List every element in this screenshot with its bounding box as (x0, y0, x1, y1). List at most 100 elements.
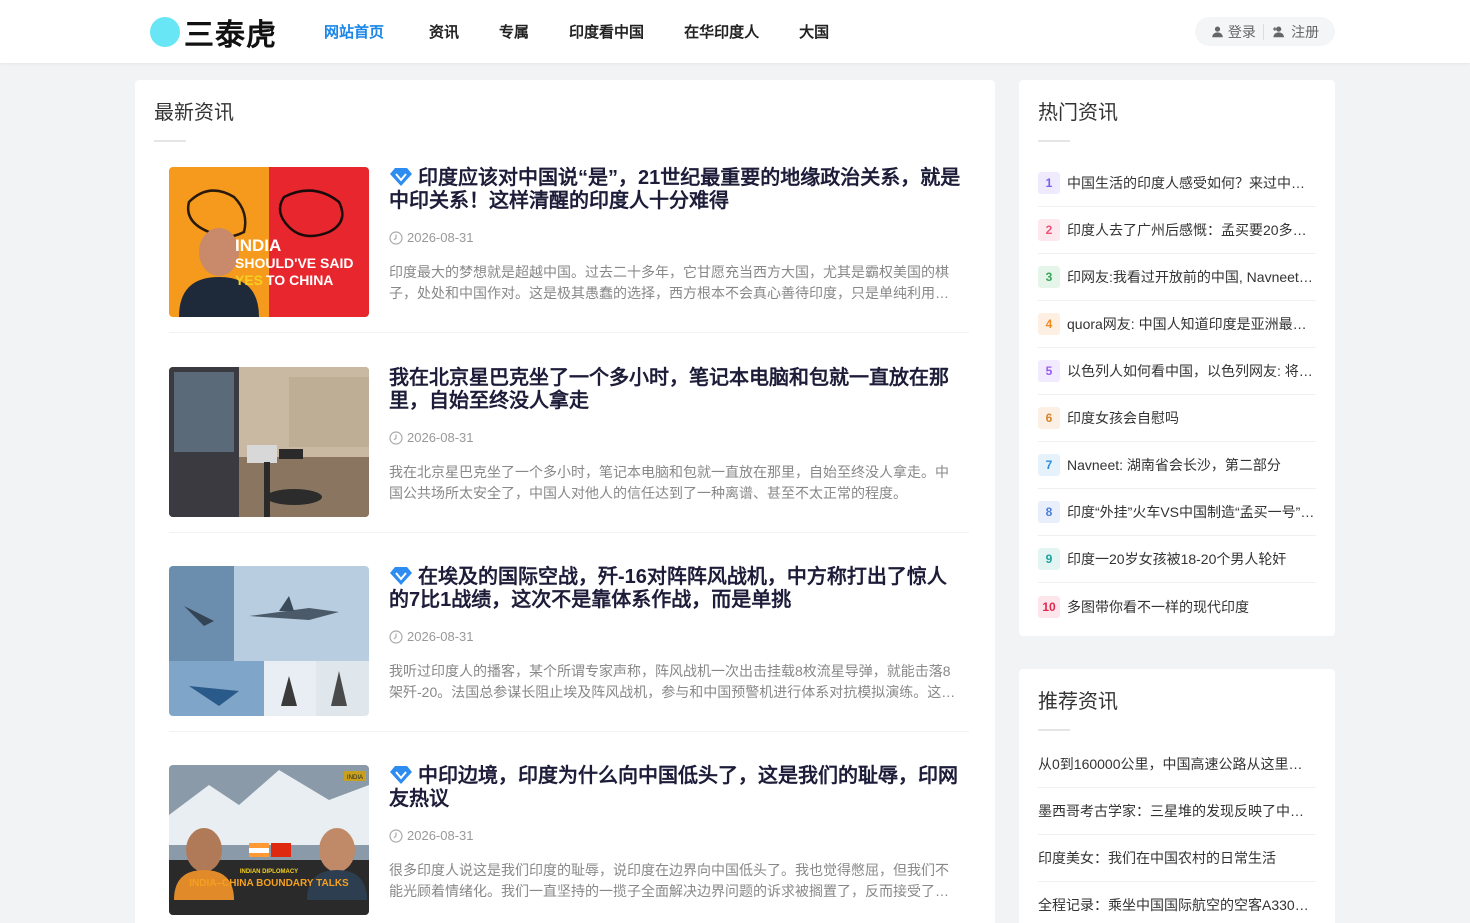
article-date-text: 2026-08-31 (407, 629, 474, 644)
diamond-vip-icon (390, 766, 412, 784)
latest-news-panel: 最新资讯 INDIA SHOULD'VE SAID YES TO CHINA 印… (135, 80, 995, 923)
hot-news-item[interactable]: 7 Navneet: 湖南省会长沙，第二部分 (1038, 442, 1316, 489)
article-date: 2026-08-31 (389, 828, 474, 843)
main-nav: 网站首页 资讯 专属 印度看中国 在华印度人 大国 (324, 0, 869, 63)
logo-text: 三泰虎 (184, 19, 277, 52)
hot-news-item[interactable]: 3 印网友:我看过开放前的中国, Navneet:中国和印度 (1038, 254, 1316, 301)
hot-news-text: Navneet: 湖南省会长沙，第二部分 (1067, 457, 1281, 473)
clock-icon (389, 828, 403, 843)
article-title-link[interactable]: 我在北京星巴克坐了一个多小时，笔记本电脑和包就一直放在那里，自始至终没人拿走 (389, 367, 961, 413)
article-item[interactable]: 在埃及的国际空战，歼-16对阵阵风战机，中方称打出了惊人的7比1战绩，这次不是靠… (169, 566, 969, 716)
hot-news-text: 中国生活的印度人感受如何？来过中国的印度人怎么说 (1067, 175, 1316, 191)
site-logo[interactable]: 三泰虎 (150, 14, 277, 52)
article-title: 在埃及的国际空战，歼-16对阵阵风战机，中方称打出了惊人的7比1战绩，这次不是靠… (389, 566, 947, 611)
rank-badge: 1 (1038, 172, 1060, 194)
nav-item-news[interactable]: 资讯 (429, 21, 459, 42)
article-thumbnail[interactable] (169, 367, 369, 517)
article-thumbnail[interactable]: INDIA SHOULD'VE SAID YES TO CHINA (169, 167, 369, 317)
title-underline (154, 140, 186, 142)
user-icon (1212, 26, 1223, 38)
rank-badge: 8 (1038, 501, 1060, 523)
article-title: 我在北京星巴克坐了一个多小时，笔记本电脑和包就一直放在那里，自始至终没人拿走 (389, 367, 949, 412)
hot-news-item[interactable]: 8 印度“外挂”火车VS中国制造“孟买一号”火车 (1038, 489, 1316, 536)
recommend-text: 印度美女：我们在中国农村的日常生活 (1038, 850, 1276, 866)
article-item[interactable]: 我在北京星巴克坐了一个多小时，笔记本电脑和包就一直放在那里，自始至终没人拿走 2… (169, 367, 969, 517)
hot-news-text: 印网友:我看过开放前的中国, Navneet:中国和印度 (1067, 269, 1316, 285)
rank-badge: 9 (1038, 548, 1060, 570)
rank-badge: 6 (1038, 407, 1060, 429)
rank-badge: 7 (1038, 454, 1060, 476)
recommend-text: 墨西哥考古学家：三星堆的发现反映了中国古代文明 (1038, 803, 1316, 819)
article-title-link[interactable]: 在埃及的国际空战，歼-16对阵阵风战机，中方称打出了惊人的7比1战绩，这次不是靠… (389, 566, 961, 612)
auth-box: 登录 注册 (1195, 17, 1335, 46)
diamond-vip-icon (390, 567, 412, 585)
article-body: 我在北京星巴克坐了一个多小时，笔记本电脑和包就一直放在那里，自始至终没人拿走 2… (389, 367, 961, 501)
article-thumbnail[interactable]: INDIA INDIAN DIPLOMACY INDIA–CHINA BOUND… (169, 765, 369, 915)
hot-news-item[interactable]: 10 多图带你看不一样的现代印度 (1038, 583, 1316, 630)
rank-badge: 3 (1038, 266, 1060, 288)
article-title: 中印边境，印度为什么向中国低头了，这是我们的耻辱，印网友热议 (389, 765, 958, 810)
clock-icon (389, 430, 403, 445)
thumb-text-diplomacy: INDIAN DIPLOMACY (240, 869, 298, 875)
hot-news-text: quora网友: 中国人知道印度是亚洲最大的民主国家吗 (1067, 316, 1316, 332)
hot-news-text: 印度女孩会自慰吗 (1067, 410, 1179, 426)
hot-news-item[interactable]: 9 印度一20岁女孩被18-20个男人轮奸 (1038, 536, 1316, 583)
article-title: 印度应该对中国说“是”，21世纪最重要的地缘政治关系，就是中印关系！这样清醒的印… (389, 167, 961, 212)
article-date: 2026-08-31 (389, 230, 474, 245)
clock-icon (389, 230, 403, 245)
article-title-link[interactable]: 印度应该对中国说“是”，21世纪最重要的地缘政治关系，就是中印关系！这样清醒的印… (389, 167, 961, 213)
hot-news-list: 1 中国生活的印度人感受如何？来过中国的印度人怎么说 2 印度人去了广州后感慨：孟买要… (1038, 160, 1316, 630)
nav-item-home[interactable]: 网站首页 (324, 21, 384, 42)
thumb-text-boundary-talks: INDIA–CHINA BOUNDARY TALKS (189, 878, 349, 889)
hot-news-text: 以色列人如何看中国，以色列网友: 将来会去中国 (1067, 363, 1316, 379)
article-divider (169, 532, 969, 533)
thumb-text-to-china: TO CHINA (266, 272, 333, 288)
recommend-text: 全程记录：乘坐中国国际航空的空客A330从北京 (1038, 897, 1316, 913)
recommend-item[interactable]: 从0到160000公里，中国高速公路从这里起步 (1038, 741, 1316, 788)
register-label: 注册 (1291, 23, 1320, 40)
hot-news-panel: 热门资讯 1 中国生活的印度人感受如何？来过中国的印度人怎么说 2 印度人去了广州后感… (1019, 80, 1335, 636)
rank-badge: 10 (1038, 595, 1060, 618)
article-item[interactable]: INDIA SHOULD'VE SAID YES TO CHINA 印度应该对中… (169, 167, 969, 317)
logo-circle-icon (150, 17, 180, 47)
latest-news-title: 最新资讯 (154, 102, 234, 124)
article-date-text: 2026-08-31 (407, 430, 474, 445)
recommend-item[interactable]: 印度美女：我们在中国农村的日常生活 (1038, 835, 1316, 882)
article-date-text: 2026-08-31 (407, 828, 474, 843)
article-body: 在埃及的国际空战，歼-16对阵阵风战机，中方称打出了惊人的7比1战绩，这次不是靠… (389, 566, 961, 700)
article-date: 2026-08-31 (389, 430, 474, 445)
hot-news-item[interactable]: 5 以色列人如何看中国，以色列网友: 将来会去中国 (1038, 348, 1316, 395)
article-excerpt: 印度最大的梦想就是超越中国。过去二十多年，它甘愿充当西方大国，尤其是霸权美国的棋… (389, 264, 949, 301)
article-body: 中印边境，印度为什么向中国低头了，这是我们的耻辱，印网友热议 2026-08-3… (389, 765, 961, 899)
article-date-text: 2026-08-31 (407, 230, 474, 245)
article-title-link[interactable]: 中印边境，印度为什么向中国低头了，这是我们的耻辱，印网友热议 (389, 765, 961, 811)
clock-icon (389, 629, 403, 644)
article-thumbnail[interactable] (169, 566, 369, 716)
recommend-list: 从0到160000公里，中国高速公路从这里起步墨西哥考古学家：三星堆的发现反映了… (1038, 741, 1316, 923)
nav-item-great-power[interactable]: 大国 (799, 21, 829, 42)
article-date: 2026-08-31 (389, 629, 474, 644)
thumb-text-shouldve: SHOULD'VE SAID (235, 255, 353, 271)
article-item[interactable]: INDIA INDIAN DIPLOMACY INDIA–CHINA BOUND… (169, 765, 969, 915)
hot-news-item[interactable]: 2 印度人去了广州后感慨：孟买要20多年才能赶上 (1038, 207, 1316, 254)
register-button[interactable]: 注册 (1272, 22, 1319, 42)
login-label: 登录 (1227, 23, 1256, 40)
login-button[interactable]: 登录 (1211, 22, 1256, 42)
article-excerpt: 我在北京星巴克坐了一个多小时，笔记本电脑和包就一直放在那里，自始至终没人拿走。中… (389, 464, 949, 501)
nav-item-indians-in-china[interactable]: 在华印度人 (684, 21, 759, 42)
hot-news-item[interactable]: 1 中国生活的印度人感受如何？来过中国的印度人怎么说 (1038, 160, 1316, 207)
hot-news-item[interactable]: 6 印度女孩会自慰吗 (1038, 395, 1316, 442)
hot-news-text: 印度人去了广州后感慨：孟买要20多年才能赶上 (1067, 222, 1316, 238)
hot-news-text: 多图带你看不一样的现代印度 (1067, 598, 1249, 615)
recommend-title: 推荐资讯 (1038, 691, 1118, 713)
title-underline (1038, 140, 1070, 142)
recommend-item[interactable]: 墨西哥考古学家：三星堆的发现反映了中国古代文明 (1038, 788, 1316, 835)
hot-news-title: 热门资讯 (1038, 102, 1118, 124)
nav-item-india-view-china[interactable]: 印度看中国 (569, 21, 644, 42)
article-body: 印度应该对中国说“是”，21世纪最重要的地缘政治关系，就是中印关系！这样清醒的印… (389, 167, 961, 301)
recommend-item[interactable]: 全程记录：乘坐中国国际航空的空客A330从北京 (1038, 882, 1316, 923)
hot-news-item[interactable]: 4 quora网友: 中国人知道印度是亚洲最大的民主国家吗 (1038, 301, 1316, 348)
rank-badge: 5 (1038, 360, 1060, 382)
user-add-icon (1273, 26, 1285, 38)
nav-item-exclusive[interactable]: 专属 (499, 21, 529, 42)
